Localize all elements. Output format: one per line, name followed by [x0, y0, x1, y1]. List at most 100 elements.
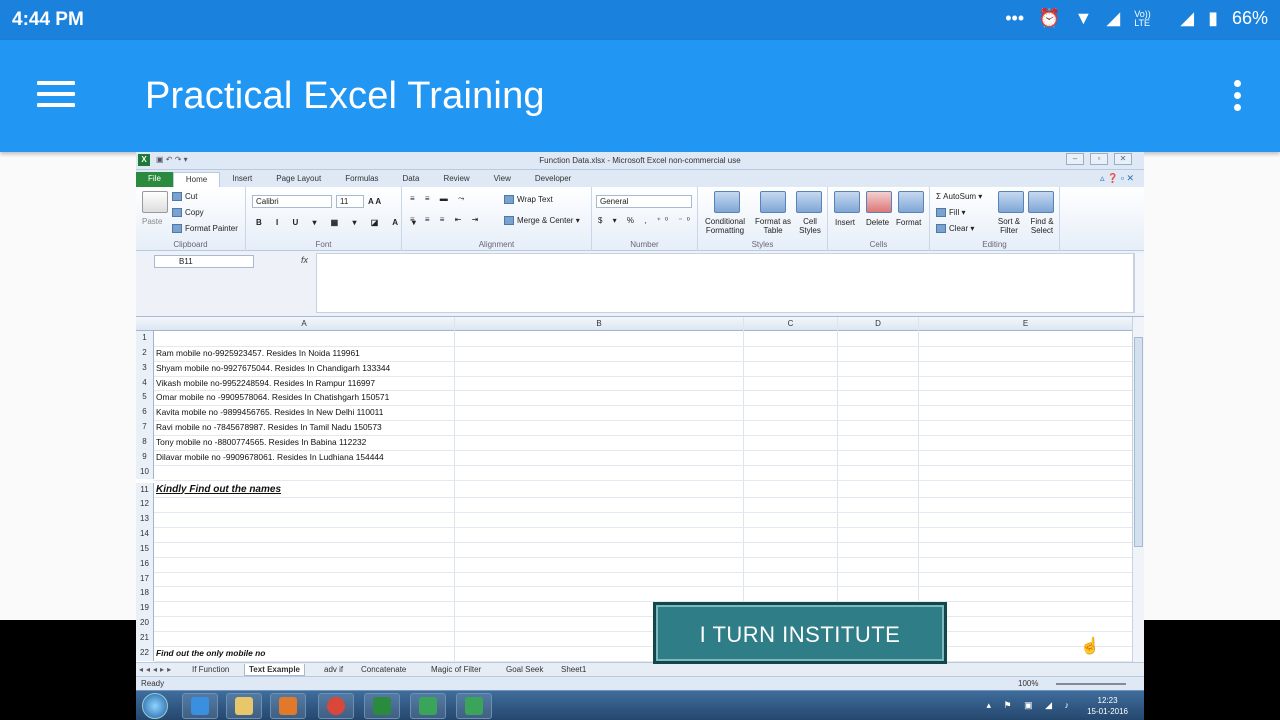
row-gridline	[154, 616, 1132, 618]
row-header: 11	[136, 482, 154, 498]
wifi-icon: ▼	[1074, 8, 1093, 28]
overflow-menu-icon[interactable]	[1234, 80, 1242, 116]
zoom-slider	[1056, 683, 1126, 685]
clear-button: Clear ▾	[936, 224, 974, 234]
row-header: 7	[136, 420, 154, 435]
chrome-icon	[318, 693, 354, 719]
sheet-tab-sheet1: Sheet1	[561, 665, 587, 674]
row-gridline	[154, 601, 1132, 603]
row-gridline	[154, 571, 1132, 573]
camtasia-recorder-icon	[456, 693, 492, 719]
sheet-tab-concatenate: Concatenate	[361, 665, 407, 674]
row-header: 19	[136, 601, 154, 617]
row-header: 21	[136, 631, 154, 646]
conditional-formatting-icon	[714, 191, 740, 213]
cells-group-label: Cells	[869, 240, 888, 249]
formula-scrollbar	[1134, 253, 1144, 313]
autosum-button: Σ AutoSum ▾	[936, 192, 983, 201]
zoom-level: 100%	[1018, 679, 1039, 688]
row-header: 4	[136, 375, 154, 391]
sheet-tab-text-example: Text Example	[244, 664, 305, 676]
paste-label: Paste	[142, 217, 163, 226]
tab-insert: Insert	[232, 174, 253, 183]
insert-cells-icon	[834, 191, 860, 213]
row-gridline	[154, 527, 1132, 529]
wrap-text-label: Wrap Text	[517, 195, 553, 204]
row-gridline	[154, 586, 1132, 588]
hamburger-menu-icon[interactable]	[37, 81, 75, 109]
fx-icon: fx	[301, 255, 309, 265]
tab-formulas: Formulas	[345, 174, 379, 183]
clock-date: 15-01-2016	[1087, 707, 1128, 716]
name-box: B11	[154, 255, 254, 268]
cell-a: Shyam mobile no-9927675044. Resides In C…	[156, 362, 391, 373]
excel-taskbar-icon	[364, 693, 400, 719]
excel-status-bar: Ready 100%	[136, 676, 1144, 690]
copy-icon	[172, 208, 182, 218]
cell-a: Dilavar mobile no -9909678061. Resides I…	[156, 451, 384, 462]
alignment-group: ≡ ≡ ▬ ⤳ ≡ ≡ ≡ ⇤ ⇥ Wrap Text Merge & Cent…	[402, 187, 592, 251]
camtasia-icon	[410, 693, 446, 719]
cell-styles-label: Cell Styles	[799, 217, 821, 235]
minimize-icon: –	[1066, 153, 1084, 165]
signal-icon-2: ◢	[1180, 8, 1195, 28]
find-select-label: Find & Select	[1030, 217, 1054, 235]
sheet-tab-goal-seek: Goal Seek	[506, 665, 544, 674]
vertical-scrollbar	[1132, 317, 1144, 662]
cell-a: Find out the only mobile no	[156, 647, 266, 658]
fill-button: Fill ▾	[936, 208, 965, 218]
sheet-tab-bar: ◂◂◂▸▸ If Function Text Example adv if Co…	[136, 662, 1144, 676]
tab-home: Home	[172, 172, 221, 187]
number-group: General $ ▾ % , ⁺⁰ ⁻⁰ Number	[592, 187, 698, 251]
excel-video-frame[interactable]: X ▣ ↶ ↷ ▾ Function Data.xlsx - Microsoft…	[136, 152, 1144, 720]
formula-bar: B11 fx	[136, 251, 1144, 317]
column-header-d: D	[875, 319, 881, 328]
system-tray-icons: ▴ ⚑ ▣ ◢ ♪	[986, 700, 1074, 710]
format-cells-label: Format	[896, 218, 922, 227]
fill-icon	[936, 208, 946, 218]
number-group-label: Number	[630, 240, 659, 249]
format-painter-label: Format Painter	[185, 224, 238, 233]
cell-a: Vikash mobile no-9952248594. Resides In …	[156, 377, 375, 388]
row-gridline	[154, 512, 1132, 514]
excel-window-title: Function Data.xlsx - Microsoft Excel non…	[539, 156, 741, 165]
eraser-icon	[936, 224, 946, 234]
sheet-nav-arrows: ◂◂◂▸▸	[139, 665, 175, 674]
cells-group: Insert Delete Format Cells	[828, 187, 930, 251]
media-player-icon	[270, 693, 306, 719]
wrap-text-button: Wrap Text	[504, 195, 553, 205]
row-header: 12	[136, 497, 154, 513]
number-format-select: General	[596, 195, 692, 208]
cell-a: Omar mobile no -9909578064. Resides In C…	[156, 392, 390, 403]
format-cells-icon	[898, 191, 924, 213]
column-header-c: C	[787, 319, 794, 328]
row-gridline	[154, 631, 1132, 632]
font-size-select: 11	[336, 195, 364, 208]
font-group-label: Font	[315, 240, 332, 249]
alignment-group-label: Alignment	[478, 240, 515, 249]
windows-taskbar: ▴ ⚑ ▣ ◢ ♪ 12:23 15-01-2016	[136, 690, 1144, 720]
cut-label: Cut	[185, 192, 198, 201]
explorer-icon	[226, 693, 262, 719]
ie-icon	[182, 693, 218, 719]
tab-file: File	[136, 172, 173, 187]
scroll-thumb	[1134, 337, 1143, 547]
row-header: 15	[136, 541, 154, 557]
font-name-select: Calibri	[252, 195, 332, 208]
wrap-text-icon	[504, 195, 514, 205]
status-ready: Ready	[141, 679, 165, 688]
delete-cells-label: Delete	[866, 218, 890, 227]
delete-cells-icon	[866, 191, 892, 213]
excel-title-bar: X ▣ ↶ ↷ ▾ Function Data.xlsx - Microsoft…	[136, 152, 1144, 170]
signal-icon: ◢	[1106, 8, 1121, 28]
android-status-bar: 4:44 PM ••• ⏰ ▼ ◢ Vo)) LTE ◢ ▮ 66%	[0, 0, 1280, 40]
row-header: 8	[136, 434, 154, 450]
number-format-icons: $ ▾ % , ⁺⁰ ⁻⁰	[598, 216, 694, 225]
worksheet-grid: A B C D E 1 2 Ram mobile no-9925923457. Re…	[136, 317, 1144, 662]
column-header-a: A	[301, 319, 307, 328]
status-time: 4:44 PM	[12, 9, 84, 30]
brush-icon	[172, 224, 182, 234]
cell-a: Tony mobile no -8800774565. Resides In B…	[156, 436, 367, 447]
cell-a: Kindly Find out the names	[156, 483, 282, 495]
ribbon-home: Paste Cut Copy Format Painter Clipboard …	[136, 187, 1144, 251]
